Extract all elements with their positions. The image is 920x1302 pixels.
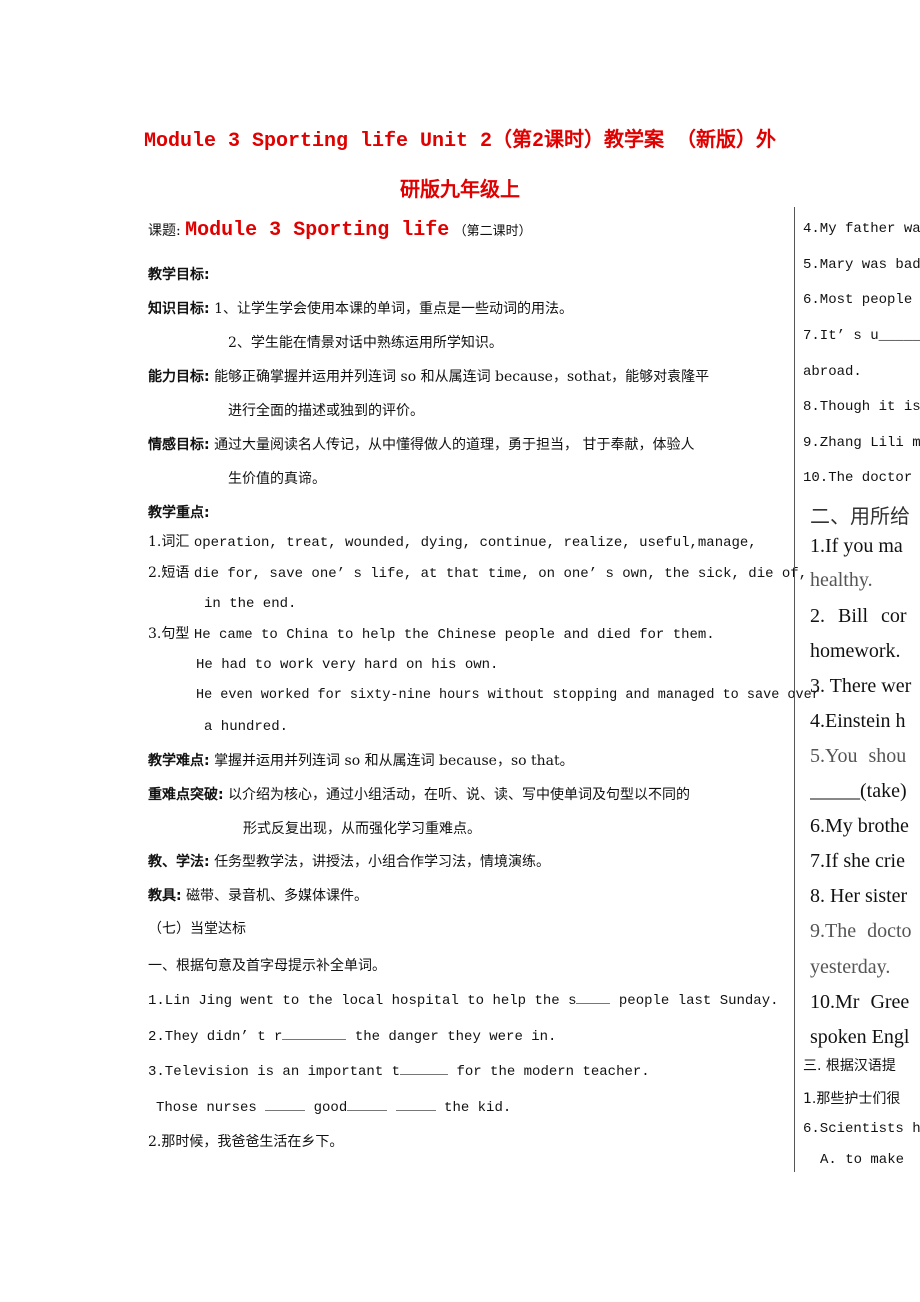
q1-text-a: 1.Lin Jing went to the local hospital to… [148,993,577,1009]
practice-q1: 1.Lin Jing went to the local hospital to… [148,991,779,1011]
tools-text: 磁带、录音机、多媒体课件。 [186,888,369,904]
q1-blank[interactable] [576,991,611,1004]
right-item-5: 5.Mary was badly [803,257,920,273]
right-item-9: 9.Zhang Lili m_ [803,435,920,451]
sentence-3a: He even worked for sixty-nine hours with… [196,688,820,703]
q1-text-b: people last Sunday. [610,993,779,1009]
ability-text-2: 进行全面的描述或独到的评价。 [228,403,424,419]
right-item-7: 7.It’ s u______ [803,328,920,344]
right-s2-item-1: 1.If you ma [810,535,903,557]
breakthrough-text-1: 以介绍为核心，通过小组活动，在听、说、读、写中使单词及句型以不同的 [228,787,691,803]
right-item-10: 10.The doctor h [803,470,920,486]
sentence-1: He came to China to help the Chinese peo… [193,627,715,643]
right-s2-item-1-cont: healthy. [810,569,873,591]
right-section2-heading: 二、用所给 [810,504,910,528]
right-item-4: 4.My father was [803,221,920,237]
phrases-text-2: in the end. [204,596,297,612]
knowledge-label: 知识目标: [148,301,210,317]
knowledge-text-2: 2、学生能在情景对话中熟练运用所学知识。 [228,335,503,351]
practice-heading: （七）当堂达标 [148,921,246,937]
topic-name: Module 3 Sporting life [185,219,450,242]
right-item-7-cont: abroad. [803,364,862,380]
difficulties-line: 教学难点: 掌握并运用并列连词 so 和从属连词 because，so that… [148,751,574,771]
objectives-heading: 教学目标: [148,267,210,283]
difficulties-text: 掌握并运用并列连词 so 和从属连词 because，so that。 [214,753,574,769]
right-s2-item-10: 10.Mr Gree [810,991,910,1013]
right-item-8: 8.Though it is [803,399,920,415]
q2-blank[interactable] [282,1027,347,1040]
practice-nurses: Those nurses good the kid. [156,1098,511,1118]
nurses-blank-3[interactable] [395,1098,436,1111]
nurses-text-a: Those nurses [156,1100,266,1116]
phrases-text-1: die for, save one’ s life, at that time,… [193,566,808,582]
tools-line: 教具: 磁带、录音机、多媒体课件。 [148,886,368,906]
right-s2-item-10-cont: spoken Engl [810,1026,910,1048]
sentence-3b: a hundred. [204,719,289,735]
right-item-6: 6.Most people i [803,292,920,308]
sentences-line: 3.句型 He came to China to help the Chines… [148,624,715,645]
right-section3-heading: 三. 根据汉语提 [803,1058,896,1074]
methods-label: 教、学法: [148,854,210,870]
right-s2-item-4: 4.Einstein h [810,710,906,732]
q2-text-b: the danger they were in. [346,1029,557,1045]
column-divider [794,207,795,1172]
breakthrough-line: 重难点突破: 以介绍为核心，通过小组活动，在听、说、读、写中使单词及句型以不同的 [148,785,690,805]
right-s2-item-2-cont: homework. [810,640,901,662]
q2-text-a: 2.They didn’ t r [148,1029,283,1045]
sentences-label: 3.句型 [148,626,190,642]
methods-text: 任务型教学法，讲授法，小组合作学习法，情境演练。 [214,854,551,870]
q3-blank[interactable] [400,1062,449,1075]
tools-label: 教具: [148,888,182,904]
ability-label: 能力目标: [148,369,210,385]
right-s2-item-6: 6.My brothe [810,815,909,837]
right-s2-item-3: 3. There wer [810,675,912,697]
practice-cn-item: 2.那时候，我爸爸生活在乡下。 [148,1134,344,1150]
sentence-2: He had to work very hard on his own. [196,657,499,673]
right-s2-item-9-cont: yesterday. [810,956,891,978]
emotion-label: 情感目标: [148,437,210,453]
right-s2-item-5: 5.You shou [810,745,907,767]
practice-q3: 3.Television is an important t for the m… [148,1062,650,1082]
ability-objective: 能力目标: 能够正确掌握并运用并列连词 so 和从属连词 because，sot… [148,367,709,387]
methods-line: 教、学法: 任务型教学法，讲授法，小组合作学习法，情境演练。 [148,852,550,872]
breakthrough-text-2: 形式反复出现，从而强化学习重难点。 [243,821,481,837]
document-title-line2: 研版九年级上 [400,180,520,203]
difficulties-label: 教学难点: [148,753,210,769]
knowledge-objective: 知识目标: 1、让学生学会使用本课的单词，重点是一些动词的用法。 [148,299,573,319]
q3-text-a: 3.Television is an important t [148,1064,401,1080]
right-s2-item-9: 9.The docto [810,920,912,942]
knowledge-text-1: 1、让学生学会使用本课的单词，重点是一些动词的用法。 [214,301,573,317]
breakthrough-label: 重难点突破: [148,787,224,803]
emotion-objective: 情感目标: 通过大量阅读名人传记，从中懂得做人的道理，勇于担当， 甘于奉献，体验… [148,435,695,455]
ability-text-1: 能够正确掌握并运用并列连词 so 和从属连词 because，sothat，能够… [214,369,710,385]
key-points-heading: 教学重点: [148,505,210,521]
phrases-line: 2.短语 die for, save one’ s life, at that … [148,563,807,584]
right-s3-item-6: 6.Scientists ha [803,1121,920,1137]
phrases-label: 2.短语 [148,565,190,581]
vocab-label: 1.词汇 [148,534,190,550]
vocab-line: 1.词汇 operation, treat, wounded, dying, c… [148,532,757,553]
topic-suffix: （第二课时） [453,224,532,239]
practice-q2: 2.They didn’ t r the danger they were in… [148,1027,556,1047]
practice-section1: 一、根据句意及首字母提示补全单词。 [148,958,386,974]
right-s2-item-2: 2. Bill cor [810,605,907,627]
right-s3-item-1: 1.那些护士们很 [803,1091,901,1107]
right-s2-item-7: 7.If she crie [810,850,905,872]
right-s2-item-8: 8. Her sister [810,885,908,907]
nurses-blank-1[interactable] [265,1098,306,1111]
nurses-blank-2[interactable] [347,1098,388,1111]
vocab-text: operation, treat, wounded, dying, contin… [193,535,757,551]
topic-line: 课题: Module 3 Sporting life （第二课时） [148,221,532,242]
topic-label: 课题: [148,223,181,239]
emotion-text-1: 通过大量阅读名人传记，从中懂得做人的道理，勇于担当， 甘于奉献，体验人 [214,437,695,453]
q3-text-b: for the modern teacher. [448,1064,650,1080]
right-s2-item-5-cont: _____(take) [810,780,907,802]
document-title-line1: Module 3 Sporting life Unit 2（第2课时）教学案 （… [143,130,777,153]
emotion-text-2: 生价值的真谛。 [228,471,326,487]
right-option-a: A. to make [820,1152,905,1168]
nurses-text-b: good [305,1100,348,1116]
nurses-text-c: the kid. [435,1100,512,1116]
